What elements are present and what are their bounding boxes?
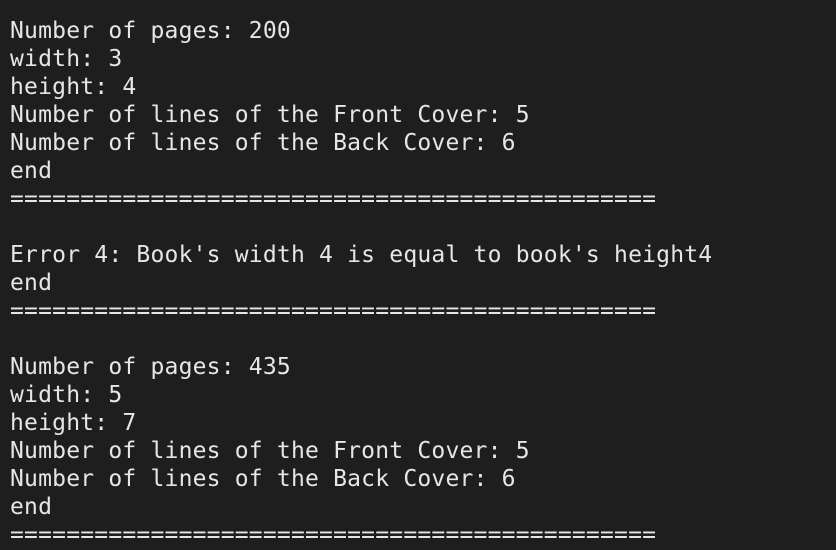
output-line: Number of lines of the Back Cover: 6 — [10, 130, 516, 156]
output-line: height: 4 — [10, 74, 137, 100]
output-line: end — [10, 270, 53, 296]
output-line: Number of pages: 435 — [10, 354, 291, 380]
output-line: Number of lines of the Front Cover: 5 — [10, 102, 530, 128]
output-line: Number of lines of the Back Cover: 6 — [10, 466, 516, 492]
output-line: Number of lines of the Front Cover: 5 — [10, 438, 530, 464]
separator-line: ========================================… — [10, 298, 657, 324]
separator-line: ========================================… — [10, 186, 657, 212]
output-line: width: 3 — [10, 46, 123, 72]
error-line: Error 4: Book's width 4 is equal to book… — [10, 242, 713, 268]
output-line: end — [10, 494, 53, 520]
output-line: width: 5 — [10, 382, 123, 408]
separator-line: ========================================… — [10, 522, 657, 548]
output-line: Number of pages: 200 — [10, 18, 291, 44]
output-line: height: 7 — [10, 410, 137, 436]
terminal-output[interactable]: Number of pages: 200 width: 3 height: 4 … — [0, 0, 836, 550]
output-line: end — [10, 158, 53, 184]
